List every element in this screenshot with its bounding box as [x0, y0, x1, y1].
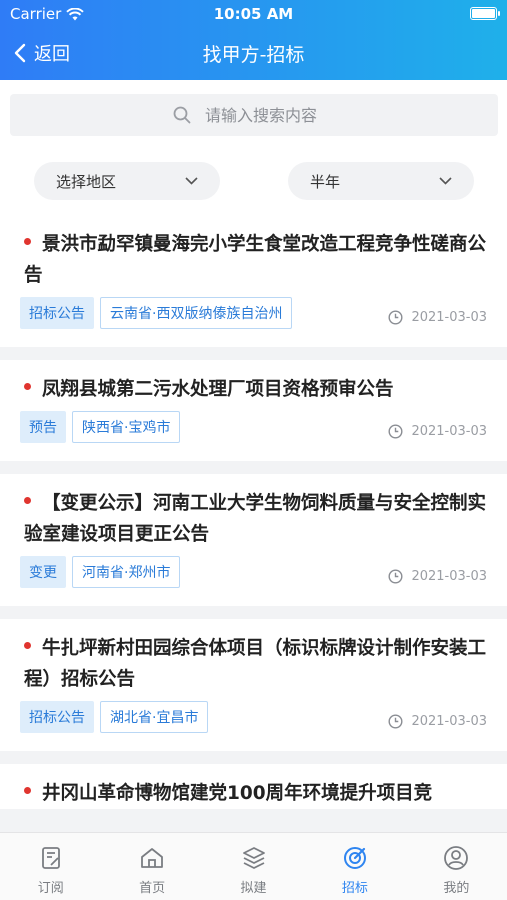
tab-label: 拟建 — [240, 881, 267, 896]
item-date: 2021-03-03 — [388, 310, 487, 325]
region-badge: 陕西省·宝鸡市 — [72, 411, 181, 443]
clock-icon — [388, 310, 403, 325]
status-dot — [24, 786, 31, 794]
status-dot — [24, 382, 31, 390]
chevron-left-icon — [14, 43, 26, 63]
bidding-icon — [343, 847, 366, 869]
battery-icon — [470, 7, 500, 20]
chevron-down-icon — [185, 177, 198, 185]
type-badge: 招标公告 — [20, 701, 94, 733]
list-item[interactable]: 景洪市勐罕镇曼海完小学生食堂改造工程竞争性磋商公告 招标公告 云南省·西双版纳傣… — [0, 215, 507, 347]
type-badge: 招标公告 — [20, 297, 94, 329]
list-item[interactable]: 【变更公示】河南工业大学生物饲料质量与安全控制实验室建设项目更正公告 变更 河南… — [0, 474, 507, 606]
region-badge: 河南省·郑州市 — [72, 556, 181, 588]
type-badge: 变更 — [20, 556, 66, 588]
tab-profile[interactable]: 我的 — [406, 833, 507, 900]
list-item[interactable]: 牛扎坪新村田园综合体项目（标识标牌设计制作安装工程）招标公告 招标公告 湖北省·… — [0, 619, 507, 751]
tab-planned[interactable]: 拟建 — [203, 833, 304, 900]
page-title: 找甲方-招标 — [202, 44, 305, 66]
region-dropdown[interactable]: 选择地区 — [34, 162, 220, 200]
tab-label: 招标 — [341, 881, 368, 896]
tab-subscribe[interactable]: 订阅 — [0, 833, 101, 900]
status-dot — [24, 237, 31, 245]
type-badge: 预告 — [20, 411, 66, 443]
top-header: Carrier 10:05 AM 返回 找甲方-招标 — [0, 0, 507, 80]
status-time: 10:05 AM — [213, 5, 294, 23]
tab-label: 首页 — [139, 881, 166, 896]
search-bar[interactable] — [10, 94, 498, 136]
time-range-dropdown-label: 半年 — [310, 172, 341, 191]
time-range-dropdown[interactable]: 半年 — [288, 162, 474, 200]
subscribe-icon — [41, 847, 60, 869]
filter-area: 选择地区 半年 — [0, 80, 507, 215]
item-title: 【变更公示】河南工业大学生物饲料质量与安全控制实验室建设项目更正公告 — [24, 493, 487, 545]
tab-home[interactable]: 首页 — [101, 833, 202, 900]
date-text: 2021-03-03 — [411, 569, 487, 584]
status-dot — [24, 496, 31, 504]
item-title: 凤翔县城第二污水处理厂项目资格预审公告 — [42, 379, 394, 400]
item-date: 2021-03-03 — [388, 714, 487, 729]
date-text: 2021-03-03 — [411, 310, 487, 325]
search-icon — [173, 106, 191, 124]
item-title: 井冈山革命博物馆建党100周年环境提升项目竞 — [42, 783, 433, 804]
tab-bidding[interactable]: 招标 — [304, 833, 405, 900]
status-dot — [24, 641, 31, 649]
chevron-down-icon — [439, 177, 452, 185]
back-button[interactable]: 返回 — [14, 40, 70, 66]
item-date: 2021-03-03 — [388, 424, 487, 439]
date-text: 2021-03-03 — [411, 714, 487, 729]
bid-list: 景洪市勐罕镇曼海完小学生食堂改造工程竞争性磋商公告 招标公告 云南省·西双版纳傣… — [0, 215, 507, 822]
tab-label: 订阅 — [37, 881, 64, 896]
item-title: 牛扎坪新村田园综合体项目（标识标牌设计制作安装工程）招标公告 — [24, 638, 487, 690]
layers-icon — [242, 847, 265, 869]
region-badge: 湖北省·宜昌市 — [100, 701, 209, 733]
list-item[interactable]: 井冈山革命博物馆建党100周年环境提升项目竞 — [0, 764, 507, 809]
clock-icon — [388, 569, 403, 584]
back-label: 返回 — [34, 44, 70, 65]
date-text: 2021-03-03 — [411, 424, 487, 439]
tab-label: 我的 — [443, 881, 470, 896]
clock-icon — [388, 714, 403, 729]
item-title: 景洪市勐罕镇曼海完小学生食堂改造工程竞争性磋商公告 — [24, 234, 487, 286]
item-date: 2021-03-03 — [388, 569, 487, 584]
clock-icon — [388, 424, 403, 439]
status-bar: Carrier 10:05 AM — [0, 0, 507, 28]
region-dropdown-label: 选择地区 — [56, 172, 117, 191]
home-icon — [141, 848, 164, 868]
list-item[interactable]: 凤翔县城第二污水处理厂项目资格预审公告 预告 陕西省·宝鸡市 2021-03-0… — [0, 360, 507, 461]
region-badge: 云南省·西双版纳傣族自治州 — [100, 297, 293, 329]
search-input[interactable] — [205, 105, 335, 125]
profile-icon — [444, 846, 469, 870]
bottom-tab-bar: 订阅 首页 拟建 招标 我的 — [0, 832, 507, 900]
